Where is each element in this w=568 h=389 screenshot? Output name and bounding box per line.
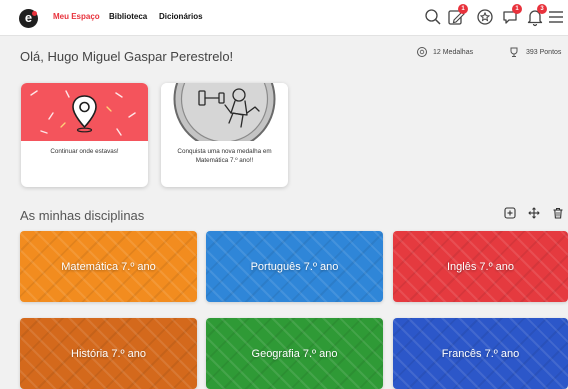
menu-icon[interactable] (546, 7, 566, 27)
app-logo[interactable]: e (19, 9, 38, 28)
subject-label: Português 7.º ano (250, 260, 339, 273)
subject-label: História 7.º ano (71, 347, 146, 360)
subject-tile-historia[interactable]: História 7.º ano (20, 318, 197, 389)
continue-card-banner (21, 83, 148, 141)
nav-meu-espaco[interactable]: Meu Espaço (53, 12, 100, 21)
notifications-bell-icon[interactable]: 3 (525, 4, 547, 27)
subject-label: Francês 7.º ano (441, 347, 520, 360)
edit-notes-icon[interactable]: 1 (446, 4, 468, 27)
subject-tile-ingles[interactable]: Inglês 7.º ano (393, 231, 568, 302)
chat-icon[interactable]: 1 (500, 4, 522, 27)
user-stats: 12 Medalhas 393 Pontos (416, 44, 568, 62)
subject-label: Geografia 7.º ano (251, 347, 338, 360)
move-icon[interactable] (528, 207, 540, 219)
trophy-icon (510, 47, 518, 57)
weightlifter-medal-illustration (161, 83, 288, 150)
subject-tile-geografia[interactable]: Geografia 7.º ano (206, 318, 383, 389)
nav-dicionarios[interactable]: Dicionários (159, 12, 203, 21)
nav-biblioteca[interactable]: Biblioteca (109, 12, 147, 21)
location-pin-icon (72, 95, 97, 133)
notification-badge: 1 (458, 4, 468, 14)
medals-count: 12 Medalhas (433, 49, 474, 56)
continue-card-caption: Continuar onde estavas! (50, 148, 119, 155)
subject-tile-portugues[interactable]: Português 7.º ano (206, 231, 383, 302)
medal-icon[interactable] (475, 7, 495, 27)
section-title: As minhas disciplinas (20, 208, 145, 223)
delete-icon[interactable] (552, 207, 564, 219)
search-icon[interactable] (423, 7, 443, 27)
subject-tile-matematica[interactable]: Matemática 7.º ano (20, 231, 197, 302)
subject-tile-frances[interactable]: Francês 7.º ano (393, 318, 568, 389)
subject-label: Matemática 7.º ano (61, 260, 156, 273)
medal-challenge-caption: Conquista uma nova medalha em Matemática… (177, 148, 272, 164)
points-count: 393 Pontos (526, 49, 562, 56)
medal-icon (417, 47, 427, 57)
continue-card[interactable]: Continuar onde estavas! (21, 83, 148, 187)
subject-label: Inglês 7.º ano (446, 260, 514, 273)
medal-challenge-card[interactable]: Conquista uma nova medalha em Matemática… (161, 83, 288, 187)
greeting-text: Olá, Hugo Miguel Gaspar Perestrelo! (20, 49, 234, 64)
add-icon[interactable] (504, 207, 516, 219)
notification-badge: 1 (512, 4, 522, 14)
top-navigation-bar: e Meu Espaço Biblioteca Dicionários 1 1 … (0, 0, 568, 36)
